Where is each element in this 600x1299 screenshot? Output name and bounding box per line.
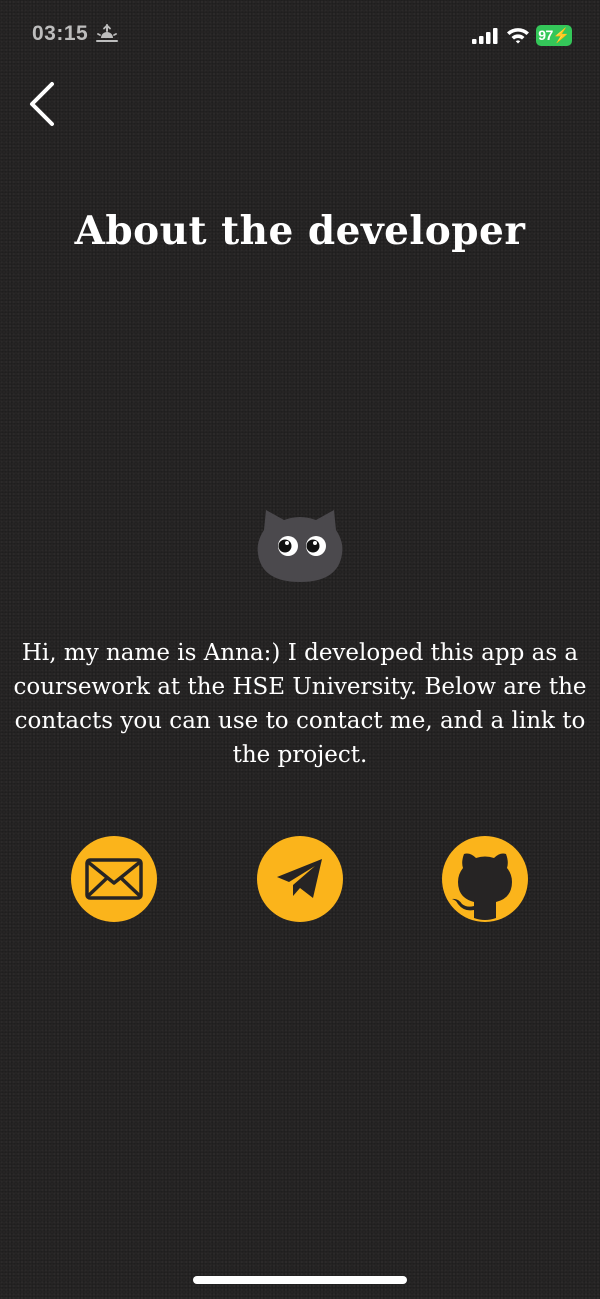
telegram-icon — [277, 859, 322, 898]
page-title: About the developer — [74, 208, 526, 254]
battery-icon: 97⚡ — [536, 25, 572, 46]
cat-face-icon — [257, 510, 343, 582]
signal-icon — [472, 28, 498, 44]
envelope-icon — [85, 858, 143, 900]
status-bar: 03:15 97⚡ — [0, 0, 600, 72]
status-time: 03:15 — [32, 22, 89, 45]
battery-level: 97 — [538, 27, 553, 43]
bio-text: Hi, my name is Anna:) I developed this a… — [13, 640, 587, 768]
sunrise-icon — [96, 24, 118, 42]
chevron-left-icon — [30, 82, 54, 126]
home-indicator[interactable] — [193, 1276, 407, 1284]
back-button[interactable] — [22, 76, 70, 132]
email-button[interactable] — [71, 836, 157, 922]
contact-row — [0, 836, 600, 922]
wifi-icon — [507, 28, 529, 44]
telegram-button[interactable] — [257, 836, 343, 922]
github-button[interactable] — [442, 836, 528, 922]
github-icon — [452, 853, 512, 920]
